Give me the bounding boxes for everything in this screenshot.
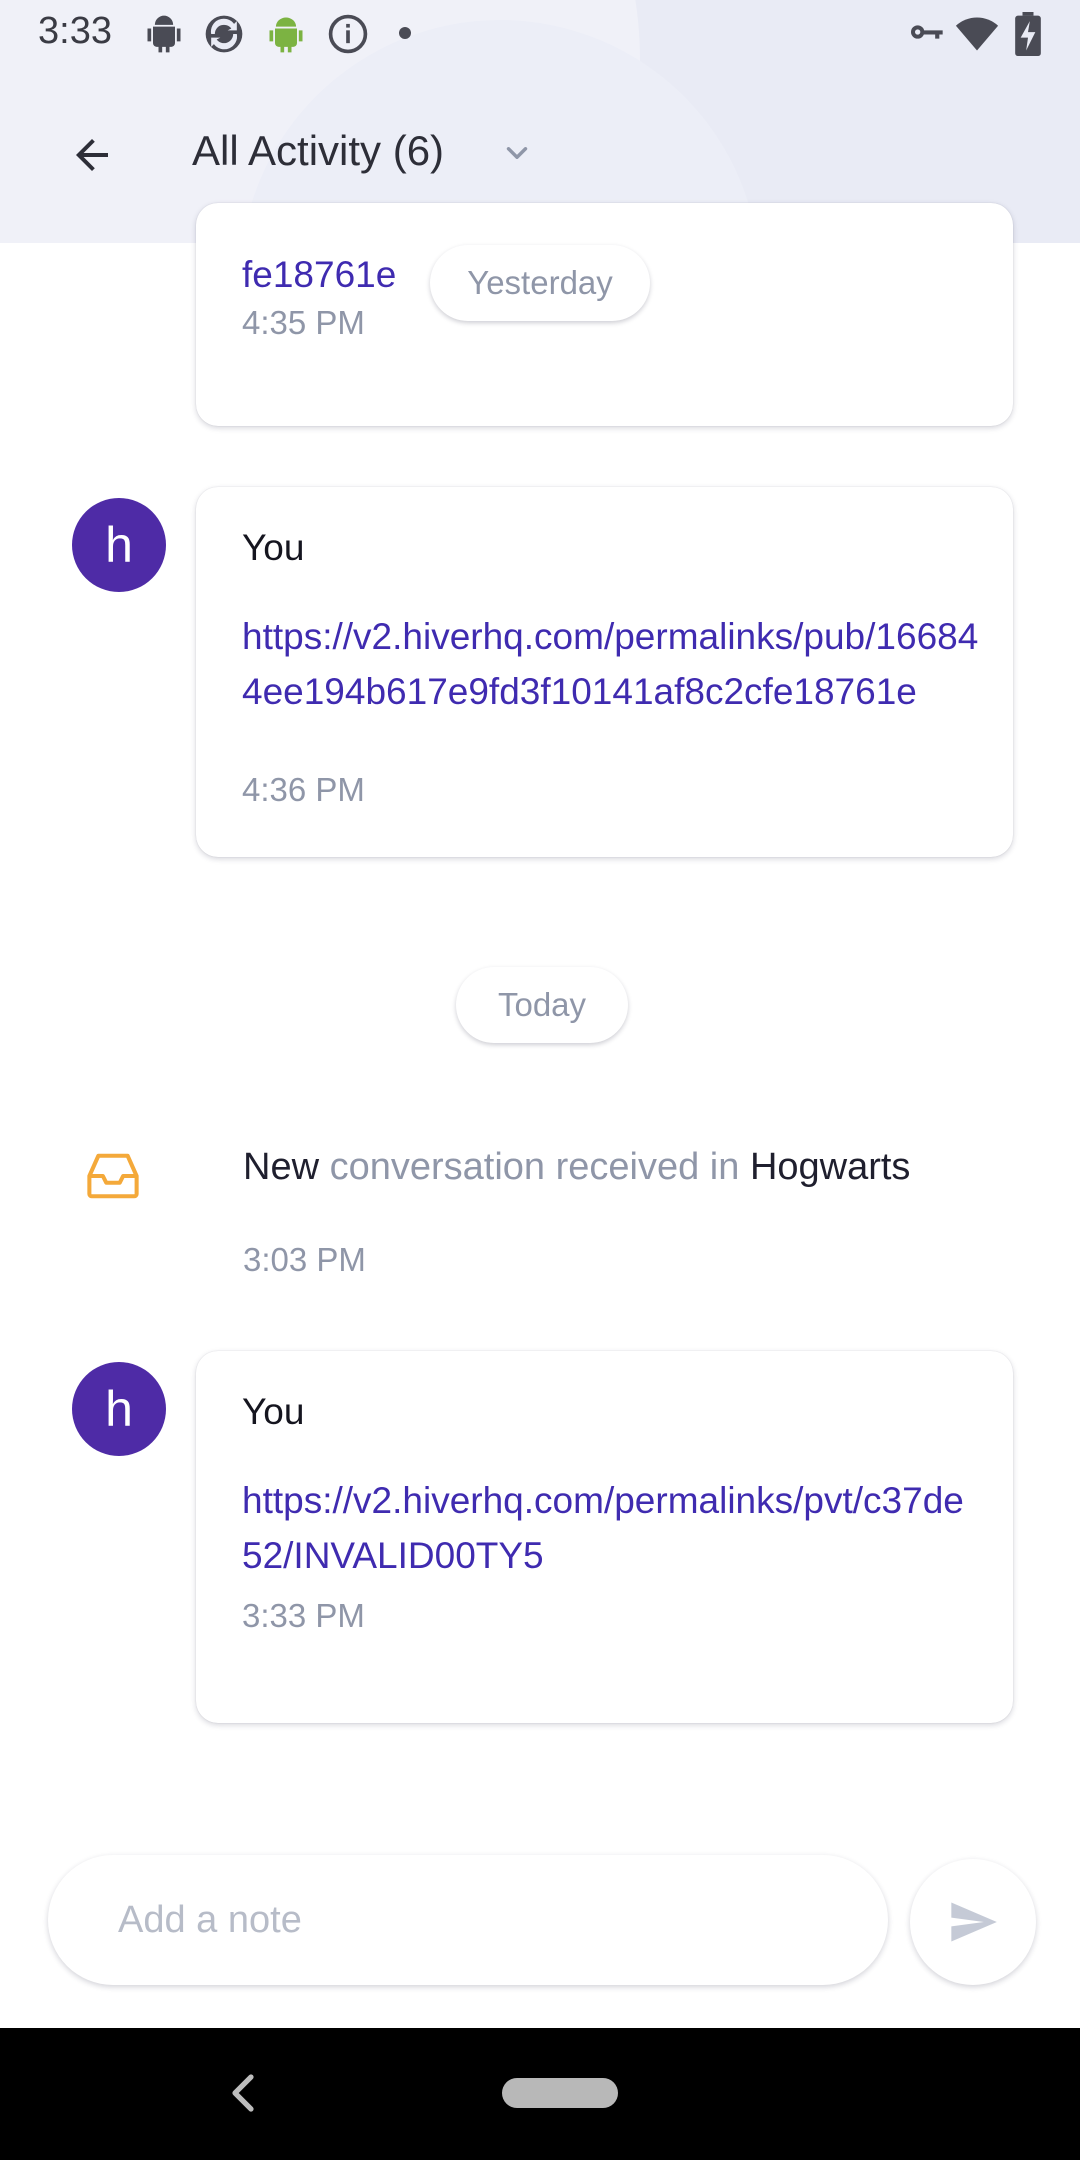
page-title[interactable]: All Activity (6) [192,127,444,175]
activity-mailbox: Hogwarts [749,1146,911,1188]
send-button[interactable] [910,1859,1036,1985]
app-bar: All Activity (6) [0,100,1080,210]
note-link[interactable]: https://v2.hiverhq.com/permalinks/pvt/c3… [242,1473,982,1583]
note-composer [0,1843,1080,2028]
back-arrow-icon [76,139,108,171]
send-icon [951,1902,997,1942]
note-link[interactable]: https://v2.hiverhq.com/permalinks/pub/16… [242,609,982,719]
status-time: 3:33 [38,10,112,52]
activity-text: conversation received in [329,1146,740,1188]
chevron-down-icon[interactable] [500,136,534,175]
avatar: h [72,498,166,592]
wifi-icon [954,12,1000,61]
system-nav-bar [0,2028,1080,2160]
dot-icon [398,26,412,45]
activity-type: New [243,1146,320,1188]
inbox-icon [86,1151,140,1206]
android-icon [264,12,308,61]
avatar: h [72,1362,166,1456]
nav-back-icon [232,2074,254,2112]
sync-icon [202,12,246,61]
nav-back-button[interactable] [218,2068,268,2118]
vpn-key-icon [906,12,946,57]
note-author: You [242,527,305,568]
note-time: 4:35 PM [242,304,365,341]
date-pill-today: Today [456,967,628,1043]
note-card[interactable]: You https://v2.hiverhq.com/permalinks/pu… [196,487,1013,857]
activity-time: 3:03 PM [243,1241,366,1278]
home-pill-button[interactable] [502,2078,618,2108]
android-debug-icon [142,12,186,61]
note-author: You [242,1391,305,1432]
activity-feed[interactable]: fe18761e 4:35 PM Yesterday h You https:/… [0,203,1080,1843]
battery-charging-icon [1014,12,1042,61]
status-bar: 3:33 [0,0,1080,66]
back-button[interactable] [62,125,122,185]
note-input[interactable] [48,1855,888,1985]
info-icon [326,12,370,61]
activity-description: New conversation received in Hogwarts [243,1146,910,1189]
note-time: 3:33 PM [242,1597,365,1634]
note-card[interactable]: You https://v2.hiverhq.com/permalinks/pv… [196,1351,1013,1723]
date-pill-yesterday: Yesterday [430,245,650,321]
note-time: 4:36 PM [242,771,365,808]
